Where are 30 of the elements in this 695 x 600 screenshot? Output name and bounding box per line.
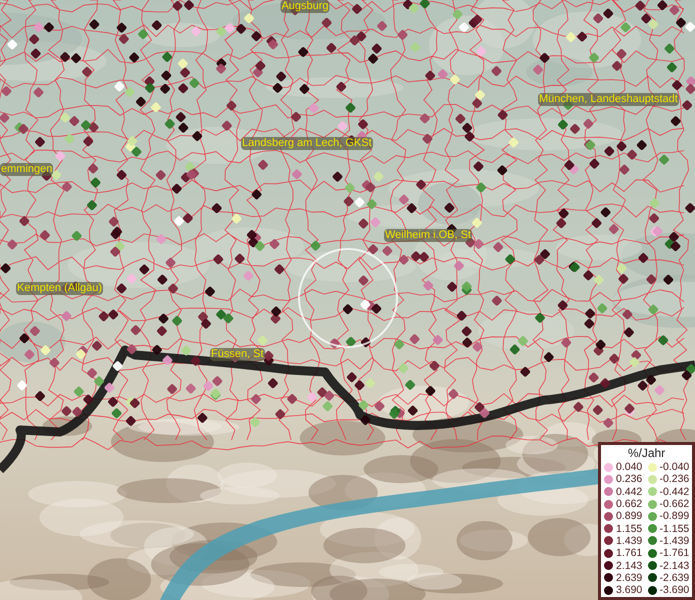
legend-value: 1.439 [616, 534, 642, 547]
legend-value: 1.761 [616, 547, 642, 560]
legend-value: -1.761 [660, 547, 690, 560]
place-label: Kempten (Allgäu) [16, 282, 103, 295]
legend-value: 0.040 [616, 461, 642, 474]
legend-value: -0.899 [660, 510, 690, 522]
legend-value: 1.155 [616, 522, 642, 535]
legend-value: -1.439 [660, 534, 690, 547]
legend-value: 0.899 [616, 510, 642, 522]
legend-value: 0.662 [616, 498, 642, 510]
legend-title: %/Jahr [628, 446, 666, 461]
legend-value: 3.690 [616, 584, 642, 596]
legend-value: 0.236 [616, 473, 642, 486]
legend-value: 2.639 [616, 572, 642, 584]
place-label: Augsburg [280, 0, 330, 13]
place-label: Weilheim i.OB, St [384, 229, 472, 242]
legend-value: -0.442 [660, 486, 690, 498]
place-label: emmingen [0, 163, 54, 176]
legend-value: -0.040 [660, 461, 690, 474]
place-label: Füssen, St [210, 348, 265, 361]
legend-value: 0.442 [616, 486, 642, 498]
legend-value: -3.690 [660, 584, 690, 596]
legend-value: -0.662 [660, 498, 690, 510]
place-label: Landsberg am Lech, GKSt [241, 137, 373, 150]
legend-value: -2.143 [660, 560, 690, 572]
legend-value: -2.639 [660, 572, 690, 584]
legend-value: 2.143 [616, 560, 642, 572]
place-label: München, Landeshauptstadt [538, 93, 679, 106]
legend-value: -0.236 [660, 473, 690, 486]
legend-value: -1.155 [660, 522, 690, 535]
